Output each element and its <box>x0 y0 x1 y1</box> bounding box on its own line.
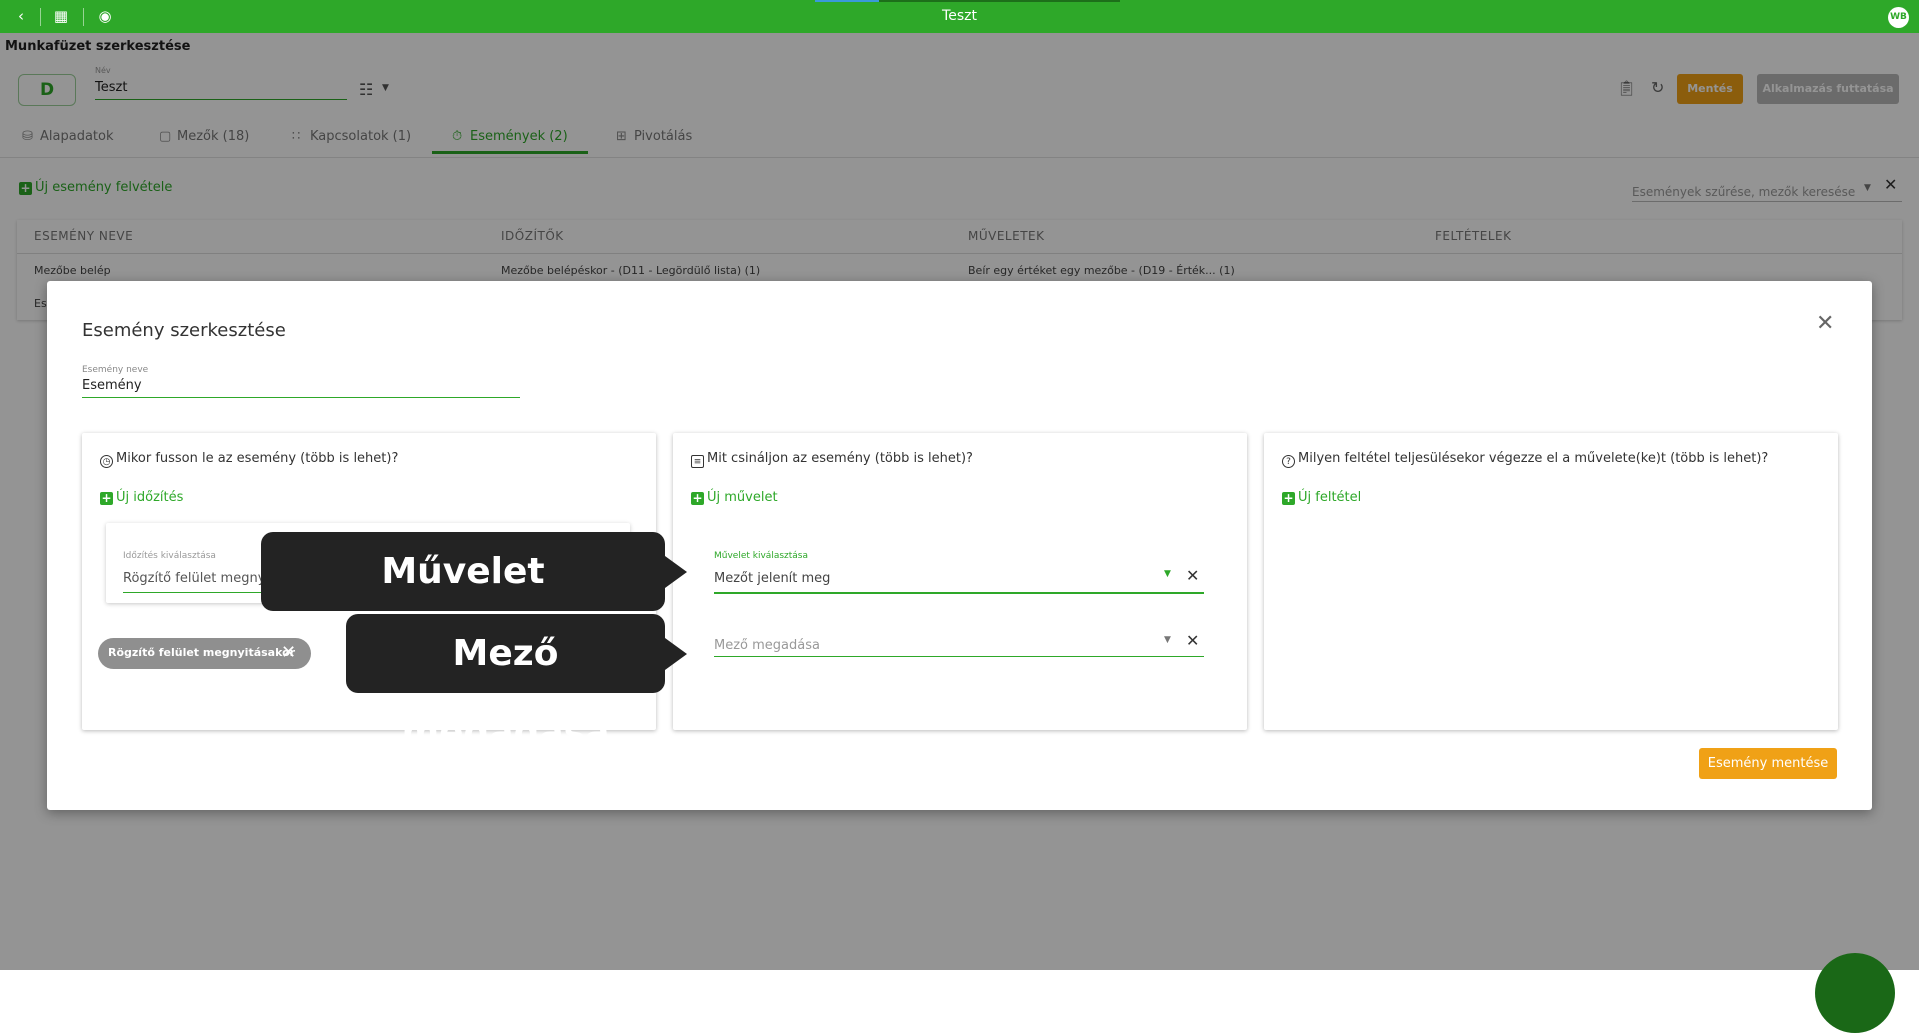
close-icon[interactable]: ✕ <box>1816 311 1834 336</box>
plus-icon: + <box>100 491 113 505</box>
list-icon: ≡ <box>691 455 704 468</box>
add-timing-button[interactable]: + Új időzítés <box>100 490 183 505</box>
add-timing-label: Új időzítés <box>116 490 184 505</box>
callout-arrow <box>665 555 687 588</box>
timing-panel-title: ◷ Mikor fusson le az esemény (több is leh… <box>100 451 398 468</box>
add-action-button[interactable]: + Új művelet <box>691 490 778 505</box>
window-title: Teszt <box>942 8 977 24</box>
plus-icon: + <box>1282 491 1295 505</box>
panel-title-text: Milyen feltétel teljesülésekor végezze e… <box>1298 451 1769 466</box>
timing-select-label: Időzítés kiválasztása <box>123 551 216 561</box>
plus-icon: + <box>691 491 704 505</box>
callout-arrow <box>665 637 687 670</box>
clock-icon: ◷ <box>100 455 113 468</box>
add-condition-button[interactable]: + Új feltétel <box>1282 490 1361 505</box>
callout-action-select: Művelet kiválasztása <box>261 532 687 671</box>
panel-title-text: Mit csináljon az esemény (több is lehet)… <box>707 451 973 466</box>
floating-action-button[interactable] <box>1815 953 1895 1033</box>
event-name-label: Esemény neve <box>82 365 149 375</box>
add-condition-label: Új feltétel <box>1298 490 1362 505</box>
field-select[interactable]: Mező megadása <box>714 638 1204 657</box>
condition-panel <box>1264 433 1838 730</box>
panel-title-text: Mikor fusson le az esemény (több is lehe… <box>116 451 399 466</box>
close-icon[interactable]: ✕ <box>281 642 296 663</box>
callout-text: Mező megadása <box>401 633 610 753</box>
condition-panel-title: ? Milyen feltétel teljesülésekor végezze … <box>1282 451 1768 468</box>
action-panel-title: ≡ Mit csináljon az esemény (több is lehet… <box>691 451 973 468</box>
clear-icon[interactable]: ✕ <box>1186 566 1199 585</box>
action-select[interactable]: Mezőt jelenít meg <box>714 571 1204 594</box>
timing-chip[interactable]: Rögzítő felület megnyitásakor ✕ <box>98 638 311 669</box>
callout-field-select: Mező megadása <box>346 614 687 753</box>
event-name-field[interactable]: Esemény <box>82 378 520 398</box>
clear-icon[interactable]: ✕ <box>1186 631 1199 650</box>
chevron-down-icon[interactable]: ▼ <box>1164 569 1171 579</box>
chevron-down-icon[interactable]: ▼ <box>1164 635 1171 645</box>
chip-label: Rögzítő felület megnyitásakor <box>108 646 296 659</box>
action-select-label: Művelet kiválasztása <box>714 551 808 561</box>
add-action-label: Új művelet <box>707 490 778 505</box>
save-event-button[interactable]: Esemény mentése <box>1699 748 1837 779</box>
progress-bar <box>815 0 1120 2</box>
modal-title: Esemény szerkesztése <box>82 320 286 341</box>
top-bar: ‹ ▦ ◉ Teszt WB <box>0 0 1919 33</box>
avatar[interactable]: WB <box>1888 7 1909 28</box>
question-icon: ? <box>1282 455 1295 468</box>
